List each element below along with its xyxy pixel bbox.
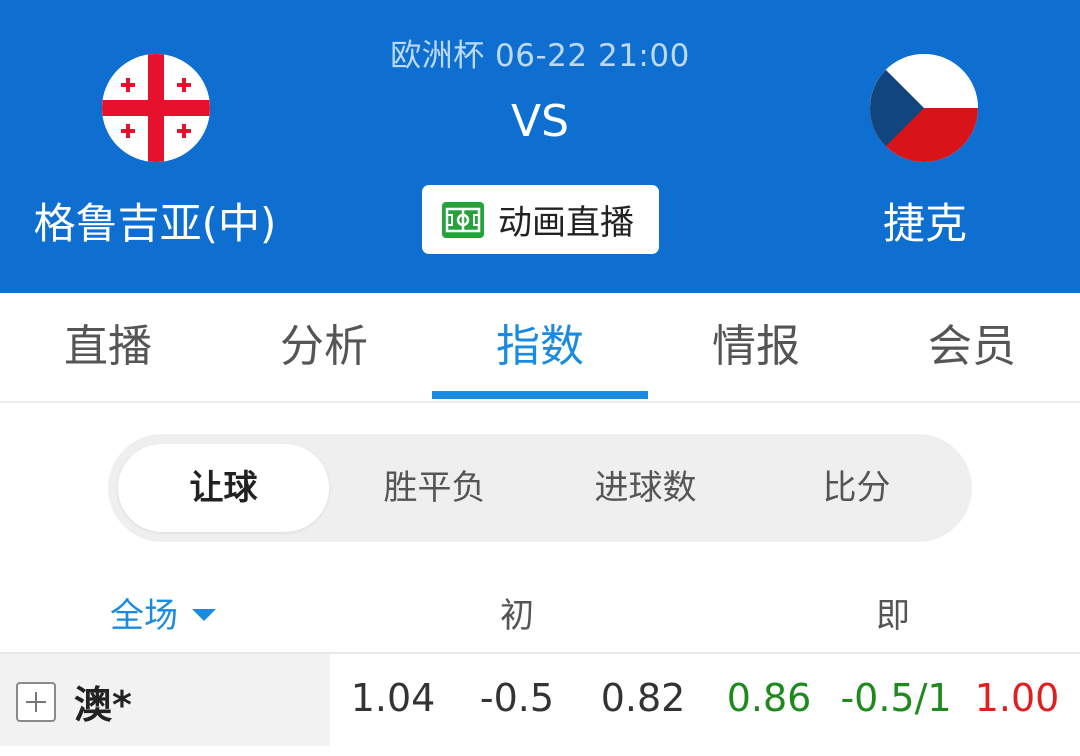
scope-dropdown[interactable]: 全场	[110, 588, 216, 637]
segment-handicap[interactable]: 让球	[118, 444, 329, 532]
initial-home-odds: 1.04	[350, 676, 436, 720]
czech-flag-icon	[870, 54, 978, 162]
pitch-icon	[442, 201, 484, 238]
plus-icon[interactable]	[16, 682, 56, 722]
tab-member[interactable]: 会员	[864, 293, 1080, 401]
animation-live-label: 动画直播	[498, 203, 634, 243]
odds-column-header: 全场 初 即	[0, 580, 1080, 640]
segment-correct-score[interactable]: 比分	[751, 444, 962, 532]
georgia-flag-icon	[102, 54, 210, 162]
live-odds-header: 即	[876, 596, 910, 636]
tab-odds[interactable]: 指数	[432, 293, 648, 401]
initial-away-odds: 0.82	[600, 676, 686, 720]
segment-win-draw-lose[interactable]: 胜平负	[329, 444, 540, 532]
initial-handicap: -0.5	[479, 676, 555, 720]
scope-label: 全场	[110, 596, 178, 636]
tab-live[interactable]: 直播	[0, 293, 216, 401]
odds-type-selector: 让球 胜平负 进球数 比分	[108, 434, 972, 542]
match-header: 欧洲杯 06-22 21:00 VS 格鲁吉亚(中) 捷克 动画直播	[0, 0, 1080, 293]
odds-row[interactable]: 澳* 1.04 -0.5 0.82 0.86 -0.5/1 1.00	[0, 652, 1080, 746]
away-team-name: 捷克	[882, 199, 967, 248]
tab-odds-label: 指数	[496, 321, 584, 372]
initial-odds-header: 初	[500, 596, 534, 636]
home-team-name: 格鲁吉亚(中)	[33, 199, 277, 248]
active-tab-underline	[432, 391, 648, 399]
animation-live-button[interactable]: 动画直播	[422, 185, 659, 254]
main-tabs: 直播 分析 指数 情报 会员	[0, 293, 1080, 403]
live-away-odds: 1.00	[974, 676, 1060, 720]
tab-analysis[interactable]: 分析	[216, 293, 432, 401]
live-handicap: -0.5/1	[840, 676, 952, 720]
tab-intel[interactable]: 情报	[648, 293, 864, 401]
company-cell: 澳*	[0, 654, 330, 746]
live-home-odds: 0.86	[726, 676, 812, 720]
company-name: 澳*	[74, 683, 132, 727]
segment-total-goals[interactable]: 进球数	[540, 444, 751, 532]
caret-down-icon	[192, 608, 216, 621]
